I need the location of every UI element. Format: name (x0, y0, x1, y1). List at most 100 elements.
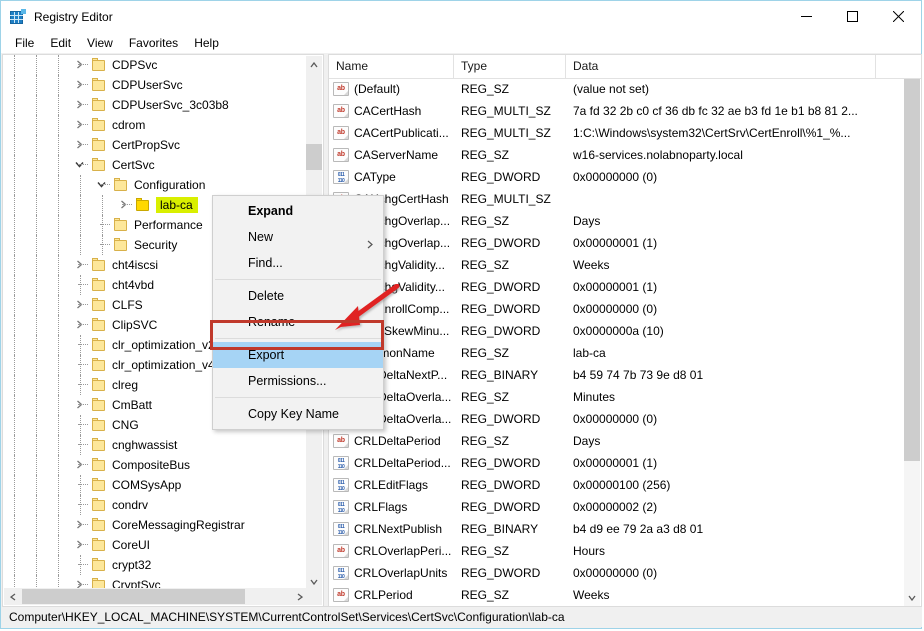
table-row[interactable]: 011 110 CRLOverlapUnits REG_DWORD 0x00000000… (329, 562, 904, 584)
tree-item-compositebus[interactable]: CompositeBus (3, 455, 308, 475)
table-row[interactable]: abCRLDeltaOverla...REG_SZMinutes (329, 386, 904, 408)
values-list-pane[interactable]: Name Type Data ab (Default) REG_SZ (value n… (328, 54, 922, 607)
table-row[interactable]: 011 110 CRLFlags REG_DWORD 0x00000002 (2) (329, 496, 904, 518)
string-value-icon: ab (333, 434, 349, 448)
tree-item-cdrom[interactable]: cdrom (3, 115, 308, 135)
chevron-right-icon[interactable] (69, 515, 91, 535)
minimize-button[interactable] (783, 1, 829, 32)
chevron-right-icon[interactable] (69, 115, 91, 135)
table-row[interactable]: ab CAServerName REG_SZ w16-services.nolabno… (329, 144, 904, 166)
tree-item-comsysapp[interactable]: COMSysApp (3, 475, 308, 495)
value-type: REG_DWORD (461, 566, 541, 580)
tree-hscroll-thumb[interactable] (22, 589, 245, 604)
context-menu-item-copy-key-name[interactable]: Copy Key Name (213, 401, 383, 427)
table-row[interactable]: abCAXchgOverlap...REG_SZDays (329, 210, 904, 232)
table-row[interactable]: 011110ClockSkewMinu...REG_DWORD0x0000000… (329, 320, 904, 342)
chevron-right-icon[interactable] (69, 295, 91, 315)
tree-item-configuration[interactable]: Configuration (3, 175, 308, 195)
table-row[interactable]: 011110CRLDeltaNextP...REG_BINARYb4 59 74… (329, 364, 904, 386)
chevron-right-icon[interactable] (69, 395, 91, 415)
chevron-down-icon[interactable] (91, 175, 113, 195)
values-list[interactable]: ab (Default) REG_SZ (value not set) ab CACert… (329, 78, 904, 606)
chevron-right-icon[interactable] (69, 55, 91, 75)
chevron-right-icon[interactable] (69, 135, 91, 155)
values-vertical-scrollbar[interactable] (904, 79, 920, 606)
tree-item-coremessagingregistrar[interactable]: CoreMessagingRegistrar (3, 515, 308, 535)
context-menu-item-label: Copy Key Name (248, 407, 340, 421)
context-menu-item-expand[interactable]: Expand (213, 198, 383, 224)
context-menu-item-new[interactable]: New (213, 224, 383, 250)
maximize-button[interactable] (829, 1, 875, 32)
table-row[interactable]: ab CRLPeriod REG_SZ Weeks (329, 584, 904, 606)
value-type: REG_SZ (461, 390, 510, 404)
chevron-right-icon[interactable] (113, 195, 135, 215)
tree-leaf-connector (69, 275, 91, 295)
tree-item-cryptsvc[interactable]: CryptSvc (3, 575, 308, 588)
values-scroll-down-button[interactable] (904, 589, 920, 606)
value-data: Hours (573, 544, 606, 558)
chevron-right-icon[interactable] (69, 255, 91, 275)
tree-item-certpropsvc[interactable]: CertPropSvc (3, 135, 308, 155)
tree-scroll-thumb[interactable] (306, 144, 322, 170)
tree-item-cdpsvc[interactable]: CDPSvc (3, 55, 308, 75)
table-row[interactable]: 011 110 CAType REG_DWORD 0x00000000 (0) (329, 166, 904, 188)
chevron-right-icon[interactable] (69, 535, 91, 555)
column-header-type[interactable]: Type (454, 55, 566, 78)
chevron-right-icon[interactable] (69, 75, 91, 95)
column-header-data[interactable]: Data (566, 55, 876, 78)
close-button[interactable] (875, 1, 921, 32)
table-row[interactable]: 011110CRLDeltaOverla...REG_DWORD0x000000… (329, 408, 904, 430)
chevron-right-icon[interactable] (69, 95, 91, 115)
chevron-right-icon[interactable] (69, 315, 91, 335)
tree-item-certsvc[interactable]: CertSvc (3, 155, 308, 175)
table-row[interactable]: ab (Default) REG_SZ (value not set) (329, 78, 904, 100)
context-menu-item-delete[interactable]: Delete (213, 283, 383, 309)
context-menu-item-permissions[interactable]: Permissions... (213, 368, 383, 394)
menu-help[interactable]: Help (186, 34, 227, 52)
table-row[interactable]: 011 110 CRLEditFlags REG_DWORD 0x00000100 (2… (329, 474, 904, 496)
tree-scroll-left-button[interactable] (4, 588, 21, 605)
tree-item-cnghwassist[interactable]: cnghwassist (3, 435, 308, 455)
value-data: 0x00000100 (256) (573, 478, 671, 492)
tree-horizontal-scrollbar[interactable] (4, 588, 308, 605)
value-data: 0x00000000 (0) (573, 170, 658, 184)
values-scroll-thumb[interactable] (904, 79, 920, 461)
status-path: Computer\HKEY_LOCAL_MACHINE\SYSTEM\Curre… (9, 610, 565, 624)
menu-file[interactable]: File (7, 34, 42, 52)
tree-indent-guide (25, 495, 47, 515)
table-row[interactable]: 011 110 CRLNextPublish REG_BINARY b4 d9 ee 7… (329, 518, 904, 540)
table-row[interactable]: abCAXchgCertHashREG_MULTI_SZ (329, 188, 904, 210)
menu-view[interactable]: View (79, 34, 121, 52)
table-row[interactable]: 011110CAXchgOverlap...REG_DWORD0x0000000… (329, 232, 904, 254)
tree-item-label: CmBatt (112, 398, 153, 412)
table-row[interactable]: 011 110 CRLDeltaPeriod... REG_DWORD 0x000000… (329, 452, 904, 474)
menu-edit[interactable]: Edit (42, 34, 79, 52)
table-row[interactable]: abCAXchgValidity...REG_SZWeeks (329, 254, 904, 276)
tree-item-coreui[interactable]: CoreUI (3, 535, 308, 555)
table-row[interactable]: ab CRLOverlapPeri... REG_SZ Hours (329, 540, 904, 562)
tree-item-crypt32[interactable]: crypt32 (3, 555, 308, 575)
tree-item-condrv[interactable]: condrv (3, 495, 308, 515)
chevron-right-icon[interactable] (69, 575, 91, 588)
table-row[interactable]: 011110CAXchgValidity...REG_DWORD0x000000… (329, 276, 904, 298)
context-menu[interactable]: Expand New Find... Delete Rename Export Permis… (212, 195, 384, 430)
table-row[interactable]: 011110CertEnrollComp...REG_DWORD0x000000… (329, 298, 904, 320)
menu-favorites[interactable]: Favorites (121, 34, 186, 52)
column-header-name[interactable]: Name (329, 55, 454, 78)
tree-scroll-up-button[interactable] (306, 56, 322, 73)
table-row[interactable]: ab CRLDeltaPeriod REG_SZ Days (329, 430, 904, 452)
tree-item-cdpusersvc[interactable]: CDPUserSvc (3, 75, 308, 95)
table-row[interactable]: ab CACertHash REG_MULTI_SZ 7a fd 32 2b c0 c… (329, 100, 904, 122)
tree-item-cdpusersvc-3c03b8[interactable]: CDPUserSvc_3c03b8 (3, 95, 308, 115)
values-column-headers: Name Type Data (329, 55, 921, 79)
value-name: CRLOverlapUnits (354, 566, 448, 580)
context-menu-item-export[interactable]: Export (213, 342, 383, 368)
context-menu-item-find[interactable]: Find... (213, 250, 383, 276)
context-menu-item-rename[interactable]: Rename (213, 309, 383, 335)
chevron-right-icon[interactable] (69, 455, 91, 475)
chevron-down-icon[interactable] (69, 155, 91, 175)
table-row[interactable]: abCommonNameREG_SZlab-ca (329, 342, 904, 364)
value-name-cell: 011 110 CRLDeltaPeriod... (329, 456, 454, 470)
table-row[interactable]: ab CACertPublicati... REG_MULTI_SZ 1:C:\Win… (329, 122, 904, 144)
context-menu-separator (215, 279, 381, 280)
